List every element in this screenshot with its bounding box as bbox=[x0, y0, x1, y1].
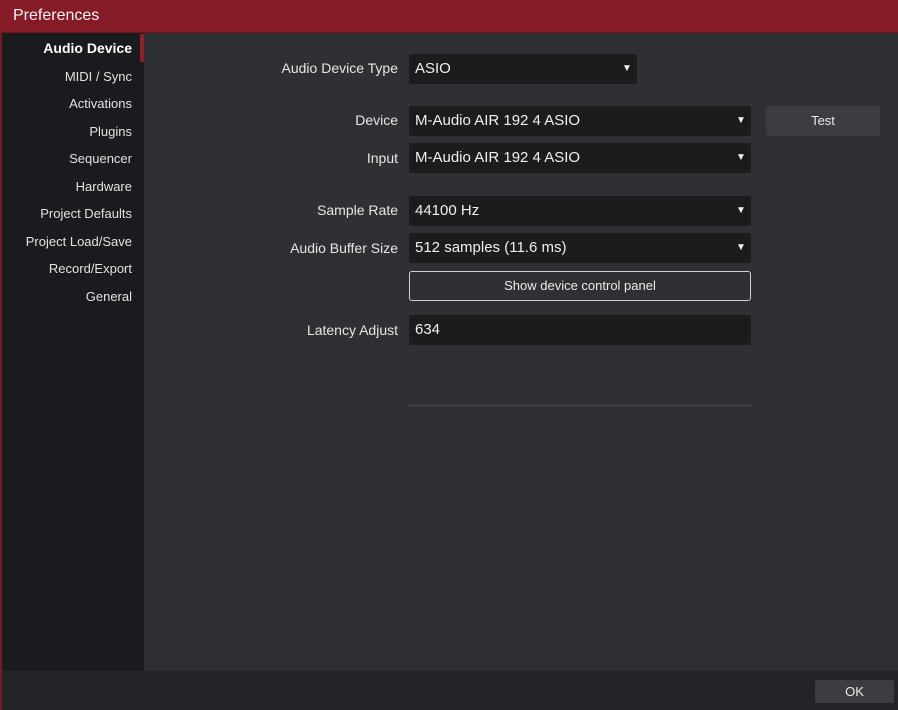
sample-rate-value: 44100 Hz bbox=[415, 202, 480, 219]
chevron-down-icon: ▼ bbox=[736, 152, 746, 163]
device-label: Device bbox=[355, 112, 398, 128]
section-divider bbox=[409, 405, 751, 406]
chevron-down-icon: ▼ bbox=[736, 242, 746, 253]
input-label: Input bbox=[366, 150, 398, 166]
audio-device-type-select[interactable]: ASIO ▼ bbox=[409, 54, 637, 84]
title-bar: Preferences bbox=[0, 0, 898, 33]
sidebar-item-record-export[interactable]: Record/Export bbox=[49, 261, 132, 276]
audio-device-type-value: ASIO bbox=[415, 60, 451, 77]
sidebar-item-hardware[interactable]: Hardware bbox=[76, 179, 132, 194]
ok-button[interactable]: OK bbox=[815, 680, 894, 703]
sidebar-item-plugins[interactable]: Plugins bbox=[89, 124, 132, 139]
device-select[interactable]: M-Audio AIR 192 4 ASIO ▼ bbox=[409, 106, 751, 136]
input-value: M-Audio AIR 192 4 ASIO bbox=[415, 149, 581, 166]
sidebar-item-activations[interactable]: Activations bbox=[69, 96, 132, 111]
show-device-control-panel-button[interactable]: Show device control panel bbox=[409, 271, 751, 301]
dialog-footer bbox=[2, 671, 898, 710]
device-value: M-Audio AIR 192 4 ASIO bbox=[415, 112, 581, 129]
window-title: Preferences bbox=[13, 7, 100, 24]
sidebar-item-midi-sync[interactable]: MIDI / Sync bbox=[65, 69, 132, 84]
audio-buffer-size-select[interactable]: 512 samples (11.6 ms) ▼ bbox=[409, 233, 751, 263]
sidebar-item-project-load-save[interactable]: Project Load/Save bbox=[26, 234, 132, 249]
sample-rate-select[interactable]: 44100 Hz ▼ bbox=[409, 196, 751, 226]
chevron-down-icon: ▼ bbox=[622, 63, 632, 74]
audio-device-type-label: Audio Device Type bbox=[281, 60, 398, 76]
chevron-down-icon: ▼ bbox=[736, 115, 746, 126]
chevron-down-icon: ▼ bbox=[736, 205, 746, 216]
audio-buffer-size-label: Audio Buffer Size bbox=[290, 240, 398, 256]
sidebar-item-project-defaults[interactable]: Project Defaults bbox=[40, 206, 132, 221]
sidebar-item-audio-device[interactable]: Audio Device bbox=[43, 40, 132, 56]
sample-rate-label: Sample Rate bbox=[317, 202, 398, 218]
latency-adjust-label: Latency Adjust bbox=[306, 322, 398, 338]
audio-buffer-size-value: 512 samples (11.6 ms) bbox=[415, 239, 567, 256]
preferences-window: Preferences Audio Device MIDI / Sync Act… bbox=[0, 0, 898, 710]
sidebar-item-sequencer[interactable]: Sequencer bbox=[69, 151, 132, 166]
sidebar-item-general[interactable]: General bbox=[86, 289, 132, 304]
latency-adjust-value: 634 bbox=[415, 321, 441, 338]
input-select[interactable]: M-Audio AIR 192 4 ASIO ▼ bbox=[409, 143, 751, 173]
preferences-sidebar: Audio Device MIDI / Sync Activations Plu… bbox=[2, 33, 144, 671]
latency-adjust-input[interactable]: 634 bbox=[409, 315, 751, 345]
test-button[interactable]: Test bbox=[766, 106, 880, 136]
